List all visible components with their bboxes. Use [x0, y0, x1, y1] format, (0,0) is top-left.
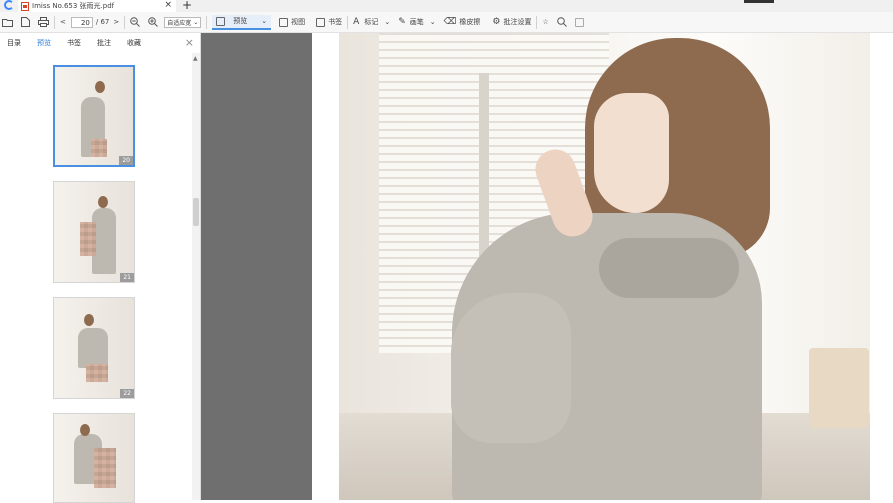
document-tab[interactable]: Imiss No.653 张雨光.pdf ×: [18, 0, 176, 12]
thumbnail-page-number: 20: [119, 156, 133, 165]
next-page-button[interactable]: >: [113, 14, 119, 30]
prev-page-button[interactable]: <: [60, 14, 66, 30]
sidebar-close-icon[interactable]: ×: [185, 36, 194, 49]
document-tab-title: Imiss No.653 张雨光.pdf: [32, 2, 115, 10]
eraser-label: 橡皮擦: [459, 18, 481, 26]
zoom-in-icon[interactable]: [148, 14, 159, 30]
toolbar-separator: [536, 15, 538, 29]
pen-icon: ✎: [398, 17, 406, 27]
photo-hood: [599, 238, 739, 298]
sidebar-panel-icon: [216, 16, 226, 26]
photo-face: [594, 93, 669, 213]
annotate-settings-button[interactable]: ⚙ 批注设置: [492, 14, 531, 30]
gear-icon: ⚙: [492, 17, 501, 27]
preview-label: 预览: [233, 17, 248, 25]
mark-label: 标记: [364, 18, 379, 26]
thumbnail-mosaic: [86, 364, 108, 382]
open-folder-icon[interactable]: [2, 14, 13, 30]
document-viewport[interactable]: [201, 33, 893, 500]
view-label: 视图: [291, 18, 306, 26]
thumbnail-figure: [98, 196, 108, 208]
thumbnail-page-number: 21: [120, 273, 134, 282]
view-icon: [279, 17, 289, 27]
page-total: / 67: [95, 18, 110, 26]
file-icon[interactable]: [21, 14, 30, 30]
thumbnail-mosaic: [94, 448, 116, 488]
text-mark-icon: A: [353, 17, 360, 27]
thumbnail-figure: [95, 81, 105, 93]
bookmark-label: 书签: [328, 18, 343, 26]
page-number-input[interactable]: 20: [70, 16, 93, 28]
print-icon[interactable]: [38, 14, 49, 30]
star-icon[interactable]: ☆: [542, 14, 548, 30]
chevron-down-icon: ⌄: [384, 18, 391, 26]
view-button[interactable]: 视图: [279, 14, 305, 30]
fullscreen-icon[interactable]: [574, 14, 584, 30]
thumbnail-mosaic: [91, 139, 107, 157]
new-tab-button[interactable]: +: [182, 0, 192, 12]
pdf-file-icon: [21, 1, 29, 11]
thumbnail-figure: [78, 328, 108, 368]
scroll-up-icon[interactable]: ▲: [193, 55, 198, 62]
scrollbar-thumb[interactable]: [193, 198, 199, 226]
photo-sleeve: [451, 293, 571, 443]
tab-toc[interactable]: 目录: [7, 38, 21, 48]
thumbnail-mosaic: [80, 222, 96, 256]
page-thumbnail[interactable]: 20: [53, 65, 135, 167]
sidebar-scrollbar[interactable]: ▲: [192, 53, 200, 500]
eraser-button[interactable]: ⌫ 橡皮擦: [444, 14, 481, 30]
main-toolbar: < 20 / 67 > 自适应宽 ⌄ 预览 ⌄ 视图 书签 A 标记 ⌄ ✎ 画…: [0, 12, 893, 33]
annotate-settings-label: 批注设置: [503, 18, 532, 26]
tab-annotations[interactable]: 批注: [97, 38, 111, 48]
thumbnail-page-number: 22: [120, 389, 134, 398]
tab-close-icon[interactable]: ×: [164, 0, 172, 10]
tab-bookmarks[interactable]: 书签: [67, 38, 81, 48]
pen-button[interactable]: ✎ 画笔 ⌄: [398, 14, 435, 30]
pen-label: 画笔: [409, 18, 424, 26]
bookmark-button[interactable]: 书签: [316, 14, 342, 30]
chevron-down-icon: ⌄: [193, 18, 199, 26]
search-icon[interactable]: [556, 14, 567, 30]
preview-toggle-button[interactable]: 预览 ⌄: [212, 14, 272, 30]
eraser-icon: ⌫: [443, 17, 457, 27]
toolbar-separator: [206, 15, 208, 29]
chevron-down-icon: ⌄: [261, 17, 268, 25]
pdf-page[interactable]: [312, 33, 893, 500]
title-bar: Imiss No.653 张雨光.pdf × +: [0, 0, 893, 12]
zoom-out-icon[interactable]: [130, 14, 141, 30]
page-thumbnail[interactable]: 22: [53, 297, 135, 399]
chevron-down-icon: ⌄: [429, 18, 436, 26]
fullscreen-frame: [574, 17, 584, 27]
thumbnail-sidebar: 目录 预览 书签 批注 收藏 × 20 21 22 ▲: [0, 33, 201, 503]
toolbar-separator: [124, 15, 126, 29]
thumbnail-figure: [80, 424, 90, 436]
mark-button[interactable]: A 标记 ⌄: [353, 14, 390, 30]
tab-favorites[interactable]: 收藏: [127, 38, 141, 48]
page-photo: [339, 33, 870, 500]
window-control[interactable]: [744, 0, 774, 3]
toolbar-separator: [54, 15, 55, 29]
thumbnail-figure: [84, 314, 94, 326]
app-logo-icon: [4, 0, 14, 10]
zoom-mode-value: 自适应宽: [167, 19, 192, 27]
tab-preview[interactable]: 预览: [37, 38, 51, 48]
bookmark-icon: [316, 17, 326, 27]
sidebar-tabs: 目录 预览 书签 批注 收藏 ×: [0, 33, 201, 53]
page-thumbnail[interactable]: 21: [53, 181, 135, 283]
photo-chair: [809, 348, 869, 428]
zoom-mode-select[interactable]: 自适应宽 ⌄: [164, 16, 202, 28]
toolbar-separator: [347, 15, 349, 29]
page-thumbnail[interactable]: [53, 413, 135, 503]
